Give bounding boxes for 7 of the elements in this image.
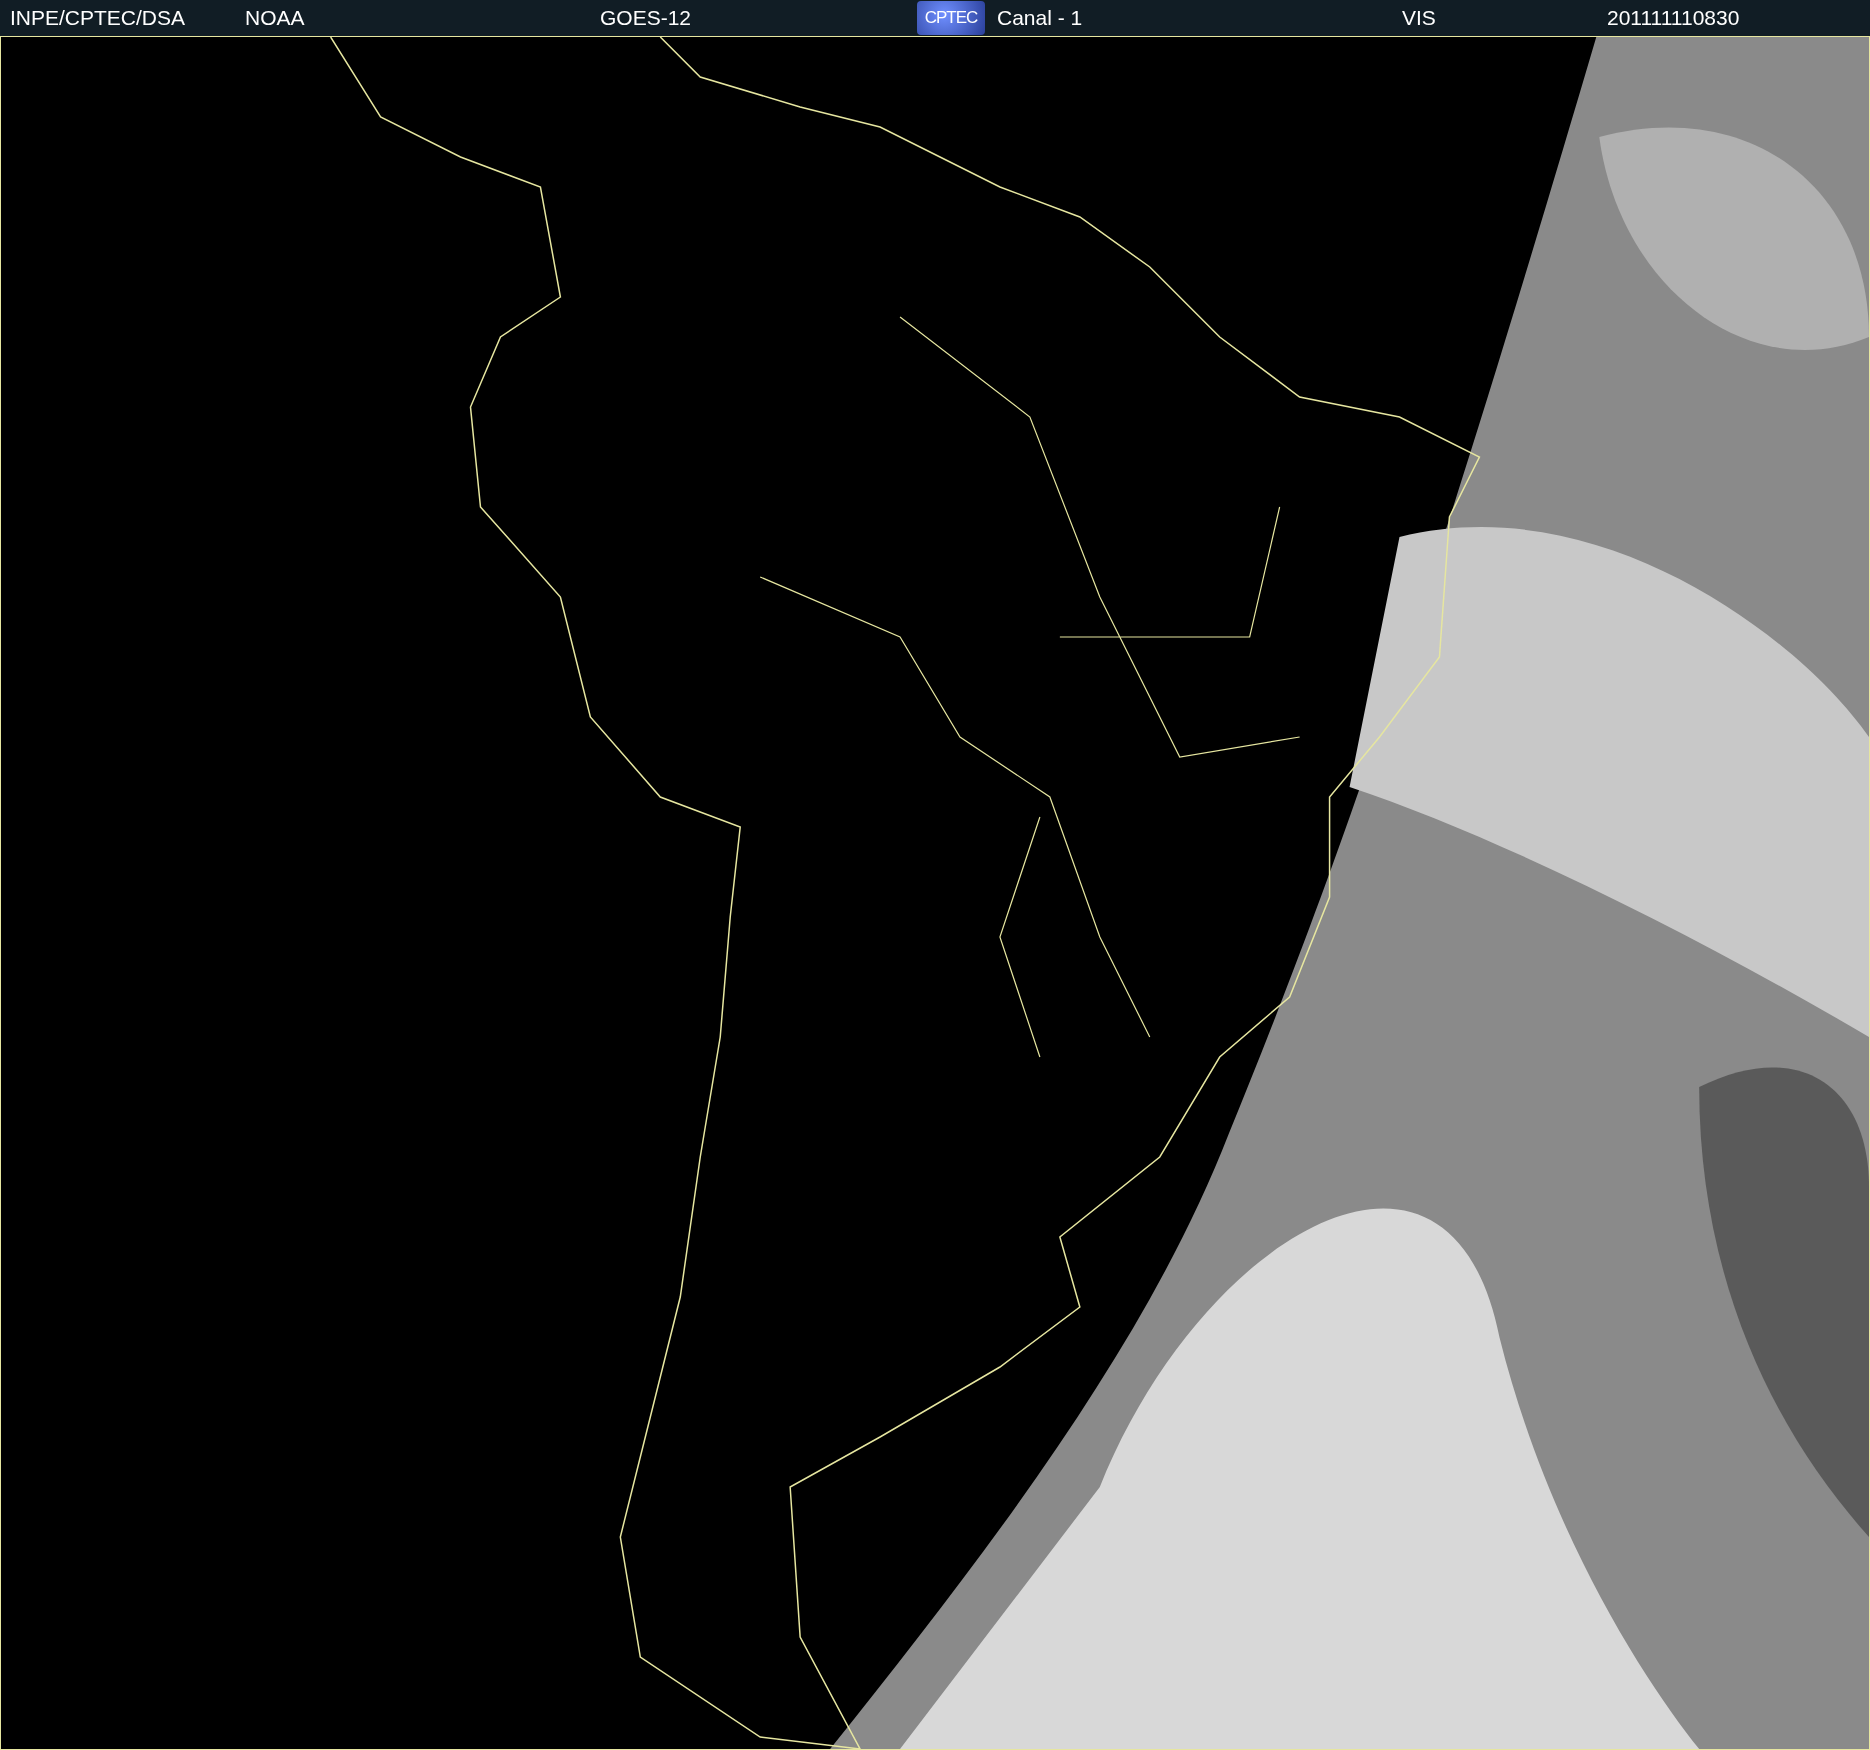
header-label: VIS xyxy=(1402,6,1437,30)
header-label: NOAA xyxy=(245,6,306,30)
header-label: Canal - 1 xyxy=(997,6,1084,30)
header-label: GOES-12 xyxy=(600,6,693,30)
header-label: 201111110830 xyxy=(1607,6,1741,30)
logo: CPTEC xyxy=(917,1,985,35)
header-label: INPE/CPTEC/DSA xyxy=(10,6,187,30)
